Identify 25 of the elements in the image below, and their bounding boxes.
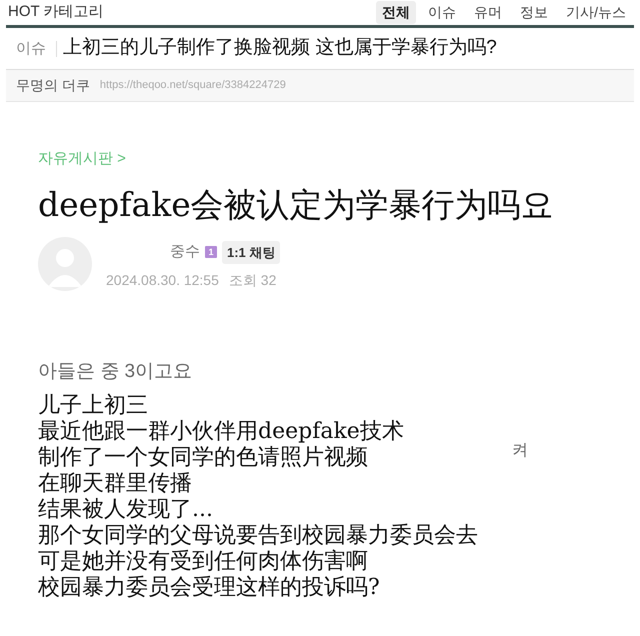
category-label: 이슈	[6, 40, 57, 56]
category-tab[interactable]: 이슈	[422, 1, 462, 24]
post-text: 在聊天群里传播	[38, 471, 192, 497]
post-date: 2024.08.30. 12:55	[106, 271, 219, 290]
post-text: 结果被人发现了...	[38, 497, 213, 523]
post-text: 아들은 중 3이고요	[38, 360, 194, 384]
post-text: 最近他跟一群小伙伴用deepfake技术	[38, 419, 404, 445]
user-name: 중수	[170, 242, 200, 262]
article-title: 上初三的儿子制作了换脸视频 这也属于学暴行为吗?	[63, 36, 497, 60]
category-tab[interactable]: 기사/뉴스	[560, 1, 632, 24]
post-text: 校园暴力委员会受理这样的投诉吗?	[38, 575, 380, 601]
author-name: 무명의 더쿠	[16, 76, 90, 95]
chat-button[interactable]: 1:1 채팅	[222, 240, 280, 264]
post-title: deepfake会被认定为学暴行为吗요	[38, 184, 555, 224]
post-text: 儿子上初三	[38, 393, 148, 419]
category-title: HOT 카테고리	[8, 2, 104, 22]
category-tab[interactable]: 유머	[468, 1, 508, 24]
category-tab[interactable]: 전체	[376, 1, 416, 24]
level-badge: 1	[205, 246, 217, 258]
post-text: 可是她并没有受到任何肉体伤害啊	[38, 549, 368, 575]
post-text: 制作了一个女同学的色请照片视频	[38, 445, 368, 471]
post-text: 那个女同学的父母说要告到校园暴力委员会去	[38, 523, 478, 549]
view-count: 조회 32	[228, 271, 276, 290]
stray-text: 켜	[512, 441, 528, 461]
category-tab[interactable]: 정보	[514, 1, 554, 24]
